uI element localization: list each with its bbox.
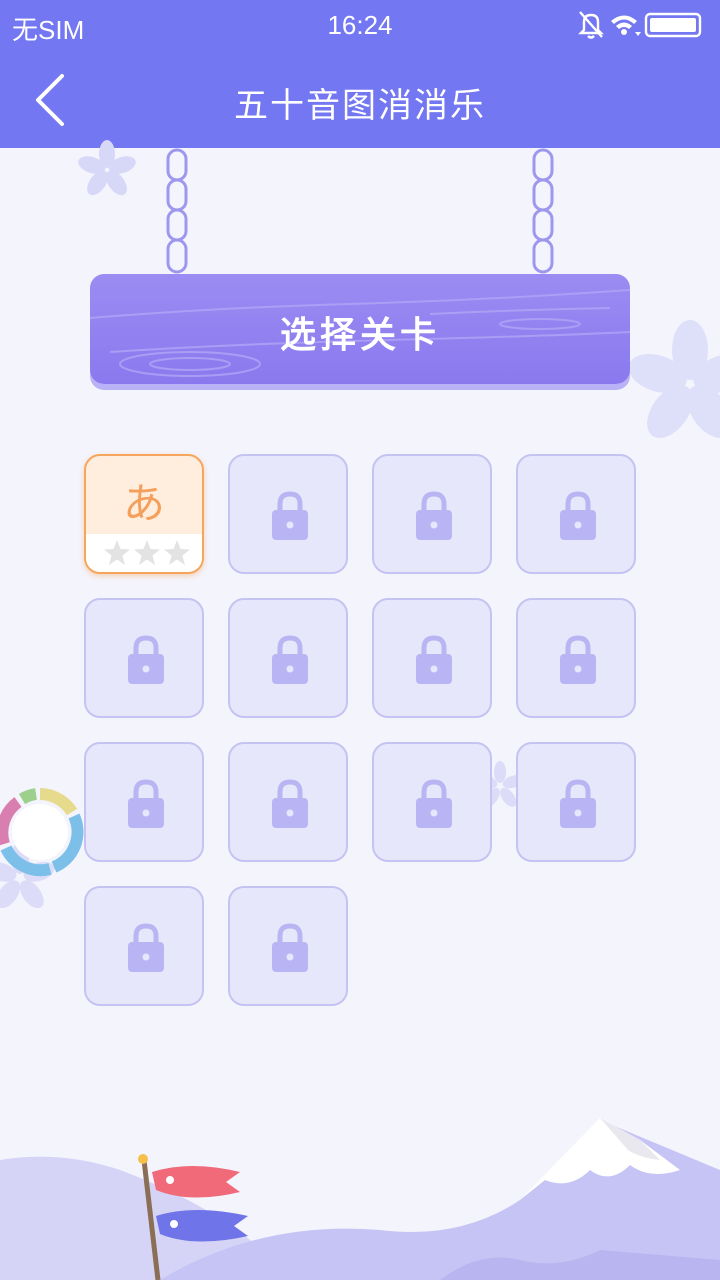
lock-icon	[416, 491, 452, 540]
mute-icon	[578, 11, 604, 39]
chain-right-icon	[532, 148, 554, 274]
lock-icon	[560, 779, 596, 828]
level-3-button[interactable]	[372, 454, 492, 574]
flower-decoration-icon	[78, 140, 136, 196]
stars-icon	[104, 540, 190, 565]
level-11-button[interactable]	[372, 742, 492, 862]
level-1-button[interactable]: あ	[84, 454, 204, 574]
level-kana: あ	[122, 479, 165, 528]
lock-icon	[560, 635, 596, 684]
lock-icon	[416, 635, 452, 684]
lock-icon	[128, 923, 164, 972]
lock-icon	[128, 635, 164, 684]
lock-icon	[560, 491, 596, 540]
level-8-button[interactable]	[516, 598, 636, 718]
sign-title: 选择关卡	[279, 315, 440, 356]
level-10-button[interactable]	[228, 742, 348, 862]
app-header: 五十音图消消乐	[0, 50, 720, 148]
wifi-icon	[611, 15, 641, 36]
flower-decoration-icon	[628, 320, 720, 438]
level-14-button[interactable]	[228, 886, 348, 1006]
koinobori-flag-icon	[138, 1154, 248, 1280]
chain-left-icon	[166, 148, 188, 274]
level-13-button[interactable]	[84, 886, 204, 1006]
level-5-button[interactable]	[84, 598, 204, 718]
floating-assist-button[interactable]	[0, 786, 86, 878]
battery-icon	[644, 12, 702, 38]
level-6-button[interactable]	[228, 598, 348, 718]
status-bar: 无SIM 16:24	[0, 0, 720, 50]
level-7-button[interactable]	[372, 598, 492, 718]
star-rating	[86, 534, 202, 572]
mountain-scenery-icon	[0, 1118, 720, 1280]
sign-board: 选择关卡	[90, 274, 630, 384]
lock-icon	[272, 491, 308, 540]
level-9-button[interactable]	[84, 742, 204, 862]
lock-icon	[416, 779, 452, 828]
lock-icon	[272, 923, 308, 972]
level-2-button[interactable]	[228, 454, 348, 574]
lock-icon	[272, 779, 308, 828]
status-icons	[578, 10, 708, 40]
level-12-button[interactable]	[516, 742, 636, 862]
lock-icon	[272, 635, 308, 684]
lock-icon	[128, 779, 164, 828]
page-title: 五十音图消消乐	[234, 86, 486, 126]
level-4-button[interactable]	[516, 454, 636, 574]
